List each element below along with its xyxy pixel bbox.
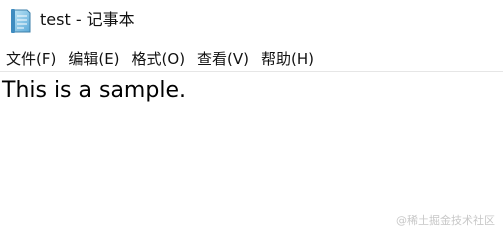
menu-help[interactable]: 帮助(H)	[255, 47, 320, 71]
menu-edit[interactable]: 编辑(E)	[62, 47, 125, 71]
menu-file[interactable]: 文件(F)	[0, 47, 62, 71]
notepad-icon	[10, 8, 32, 34]
editor-content[interactable]: This is a sample.	[2, 77, 186, 105]
menu-view[interactable]: 查看(V)	[191, 47, 255, 71]
title-bar[interactable]: test - 记事本	[0, 0, 503, 40]
menu-bar: 文件(F) 编辑(E) 格式(O) 查看(V) 帮助(H)	[0, 46, 503, 72]
window-title: test - 记事本	[40, 10, 135, 29]
watermark-text: @稀土掘金技术社区	[396, 214, 495, 227]
menu-format[interactable]: 格式(O)	[126, 47, 192, 71]
notepad-window: test - 记事本 文件(F) 编辑(E) 格式(O) 查看(V) 帮助(H)…	[0, 0, 503, 236]
